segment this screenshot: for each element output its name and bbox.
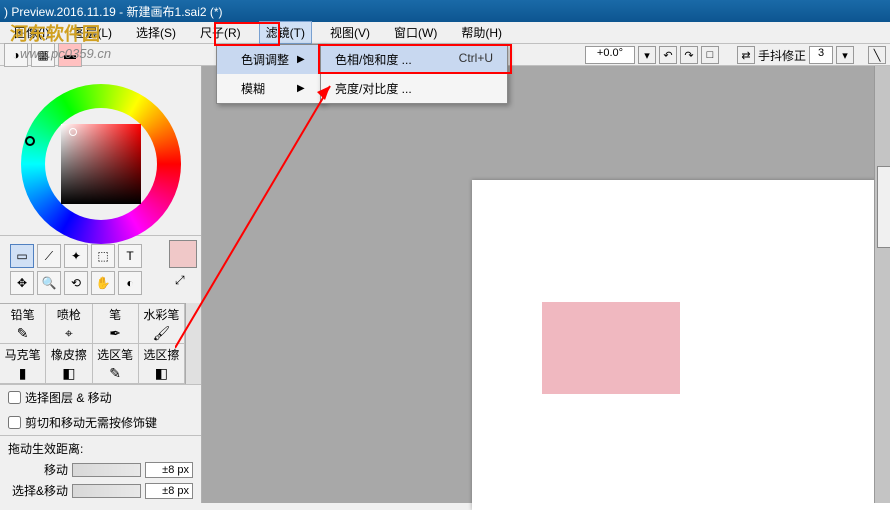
move-slider-label: 移动 [8,461,68,478]
stabilizer-label: 手抖修正 [758,47,806,64]
selpen-icon: ✎ [109,365,121,382]
reset-rotation-icon[interactable]: □ [701,46,719,64]
text-tool[interactable]: T [118,244,142,268]
canvas-area[interactable] [202,66,890,503]
angle-input[interactable]: +0.0° [585,46,635,64]
menu-filter[interactable]: 滤镜(T) [259,21,312,44]
color-wheel[interactable] [11,74,191,227]
right-toolbar: +0.0° ▾ ↶ ↷ □ ⇄ 手抖修正 3 ▾ ╲ [585,46,886,64]
canvas-shape-rect[interactable] [542,302,680,394]
submenu-brightness-contrast[interactable]: 亮度/对比度 ... [321,74,507,103]
swap-colors-icon[interactable]: ⤢ [175,270,191,290]
cut-move-no-modifier-checkbox[interactable] [8,416,21,429]
tb-icon-1[interactable]: ◑ [4,43,28,67]
pencil-icon: ✎ [17,325,29,342]
submenu-blur-label: 模糊 [241,80,265,97]
zoom-tool[interactable]: 🔍 [37,271,61,295]
tb-icon-2[interactable]: ▦ [31,43,55,67]
hand-tool[interactable]: ✋ [91,271,115,295]
window-title: ) Preview.2016.11.19 - 新建画布1.sai2 (*) [4,3,223,20]
hue-sat-shortcut: Ctrl+U [459,51,493,68]
menu-window[interactable]: 窗口(W) [388,22,443,43]
color-square[interactable] [61,124,141,204]
brush-seleraser[interactable]: 选区擦◧ [139,344,185,384]
airbrush-icon: ⌖ [65,325,73,342]
move-selection-tool[interactable]: ⬚ [91,244,115,268]
flip-icon[interactable]: ⇄ [737,46,755,64]
brush-airbrush[interactable]: 喷枪⌖ [46,304,92,344]
marker-icon: ▮ [19,365,27,382]
lasso-tool[interactable]: ⟋ [37,244,61,268]
chevron-right-icon: ▶ [297,54,305,65]
wand-tool[interactable]: ✦ [64,244,88,268]
eraser-icon: ◧ [62,365,75,382]
sv-marker[interactable] [69,128,77,136]
rect-select-tool[interactable]: ▭ [10,244,34,268]
rotate-cw-icon[interactable]: ↷ [680,46,698,64]
hue-marker[interactable] [25,136,35,146]
move-value[interactable]: ±8 px [145,462,193,478]
rotate-ccw-icon[interactable]: ↶ [659,46,677,64]
foreground-color-swatch[interactable] [169,240,197,268]
title-bar: ) Preview.2016.11.19 - 新建画布1.sai2 (*) [0,0,890,22]
submenu-blur[interactable]: 模糊 ▶ [217,74,323,103]
vertical-scrollbar[interactable] [874,66,890,503]
canvas[interactable] [472,180,890,510]
seleraser-icon: ◧ [155,365,168,382]
submenu-hue-saturation[interactable]: 色相/饱和度 ... Ctrl+U [321,45,507,74]
select-layer-move-checkbox[interactable] [8,391,21,404]
pen-icon: ✒ [109,325,121,342]
stabilizer-dropdown-icon[interactable]: ▾ [836,46,854,64]
brush-watercolor[interactable]: 水彩笔🖌 [139,304,185,344]
rotate-tool[interactable]: ⟲ [64,271,88,295]
menu-view[interactable]: 视图(V) [324,22,376,43]
move-slider[interactable] [72,463,141,477]
opt1-label: 选择图层 & 移动 [25,389,112,406]
menu-image[interactable]: 图像(I) [8,22,55,43]
brush-selpen[interactable]: 选区笔✎ [93,344,139,384]
submenu-color-adjust[interactable]: 色调调整 ▶ [217,45,323,74]
angle-dropdown-icon[interactable]: ▾ [638,46,656,64]
menu-select[interactable]: 选择(S) [130,22,182,43]
sidebar: ▭ ⟋ ✦ ⬚ T ✥ 🔍 ⟲ ✋ ◐ ⤢ 铅笔✎ 喷枪⌖ 笔✒ 水彩笔🖌 [0,66,202,503]
selmove-slider-label: 选择&移动 [8,482,68,499]
stabilizer-input[interactable]: 3 [809,46,833,64]
brush-pen[interactable]: 笔✒ [93,304,139,344]
menu-bar: 图像(I) 图层(L) 选择(S) 尺子(R) 滤镜(T) 视图(V) 窗口(W… [0,22,890,44]
chevron-right-icon: ▶ [297,83,305,94]
hue-sat-label: 色相/饱和度 ... [335,51,412,68]
brush-pencil[interactable]: 铅笔✎ [0,304,46,344]
brush-eraser[interactable]: 橡皮擦◧ [46,344,92,384]
submenu-color-adjust-label: 色调调整 [241,51,289,68]
menu-ruler[interactable]: 尺子(R) [194,22,247,43]
selmove-value[interactable]: ±8 px [145,483,193,499]
filter-submenu: 色调调整 ▶ 模糊 ▶ [216,44,324,104]
opt2-label: 剪切和移动无需按修饰键 [25,414,157,431]
selmove-slider[interactable] [72,484,141,498]
color-adjust-submenu: 色相/饱和度 ... Ctrl+U 亮度/对比度 ... [320,44,508,104]
line-tool-icon[interactable]: ╲ [868,46,886,64]
brush-marker[interactable]: 马克笔▮ [0,344,46,384]
brush-scrollbar[interactable] [185,303,201,384]
watercolor-icon: 🖌 [152,325,170,342]
menu-help[interactable]: 帮助(H) [455,22,508,43]
move-tool[interactable]: ✥ [10,271,34,295]
eyedropper-tool[interactable]: ◐ [118,271,142,295]
bright-con-label: 亮度/对比度 ... [335,80,412,97]
effect-distance-label: 拖动生效距离: [8,440,193,457]
menu-layer[interactable]: 图层(L) [67,22,118,43]
tb-icon-3[interactable]: ▬ [58,43,82,67]
